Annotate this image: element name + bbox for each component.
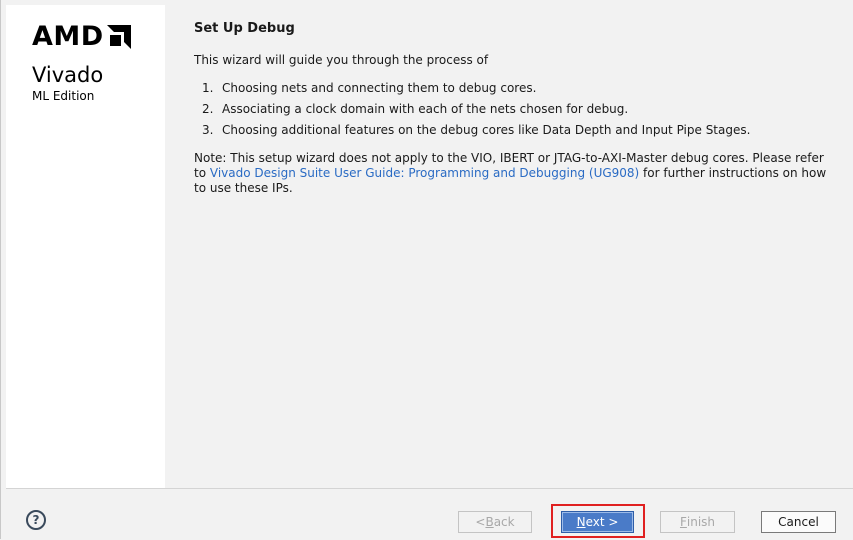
finish-mnemonic: F	[679, 515, 687, 529]
amd-arrow-icon	[106, 24, 131, 49]
wizard-window: AMD Vivado ML Edition Set Up Debug This …	[0, 0, 853, 540]
intro-text: This wizard will guide you through the p…	[194, 53, 489, 67]
wizard-sidebar: AMD Vivado ML Edition	[6, 5, 165, 488]
step-text: Choosing additional features on the debu…	[222, 123, 751, 137]
vivado-product-name: Vivado	[32, 63, 104, 87]
list-item: 1. Choosing nets and connecting them to …	[202, 81, 750, 102]
amd-logo: AMD	[32, 23, 131, 50]
step-number: 2.	[202, 102, 214, 116]
next-button[interactable]: Next >	[561, 511, 634, 533]
wizard-footer: ? < Back Next > Finish Cancel	[6, 488, 853, 540]
step-number: 1.	[202, 81, 214, 95]
back-button[interactable]: < Back	[458, 511, 532, 533]
cancel-button[interactable]: Cancel	[761, 511, 836, 533]
step-text: Associating a clock domain with each of …	[222, 102, 629, 116]
note-text: Note: This setup wizard does not apply t…	[194, 151, 834, 196]
amd-logo-text: AMD	[32, 21, 104, 52]
back-prefix: <	[475, 515, 486, 529]
help-icon[interactable]: ?	[26, 510, 46, 530]
user-guide-link[interactable]: Vivado Design Suite User Guide: Programm…	[210, 166, 639, 180]
vivado-edition-label: ML Edition	[32, 89, 95, 103]
finish-label: inish	[686, 515, 716, 529]
next-mnemonic: N	[576, 515, 586, 529]
step-number: 3.	[202, 123, 214, 137]
page-title: Set Up Debug	[194, 21, 295, 36]
next-label: ext >	[585, 515, 619, 529]
list-item: 2. Associating a clock domain with each …	[202, 102, 750, 123]
step-text: Choosing nets and connecting them to deb…	[222, 81, 537, 95]
back-label: ack	[493, 515, 515, 529]
steps-list: 1. Choosing nets and connecting them to …	[202, 81, 750, 144]
back-mnemonic: B	[485, 515, 494, 529]
wizard-content: Set Up Debug This wizard will guide you …	[166, 5, 853, 488]
finish-button[interactable]: Finish	[660, 511, 735, 533]
list-item: 3. Choosing additional features on the d…	[202, 123, 750, 144]
